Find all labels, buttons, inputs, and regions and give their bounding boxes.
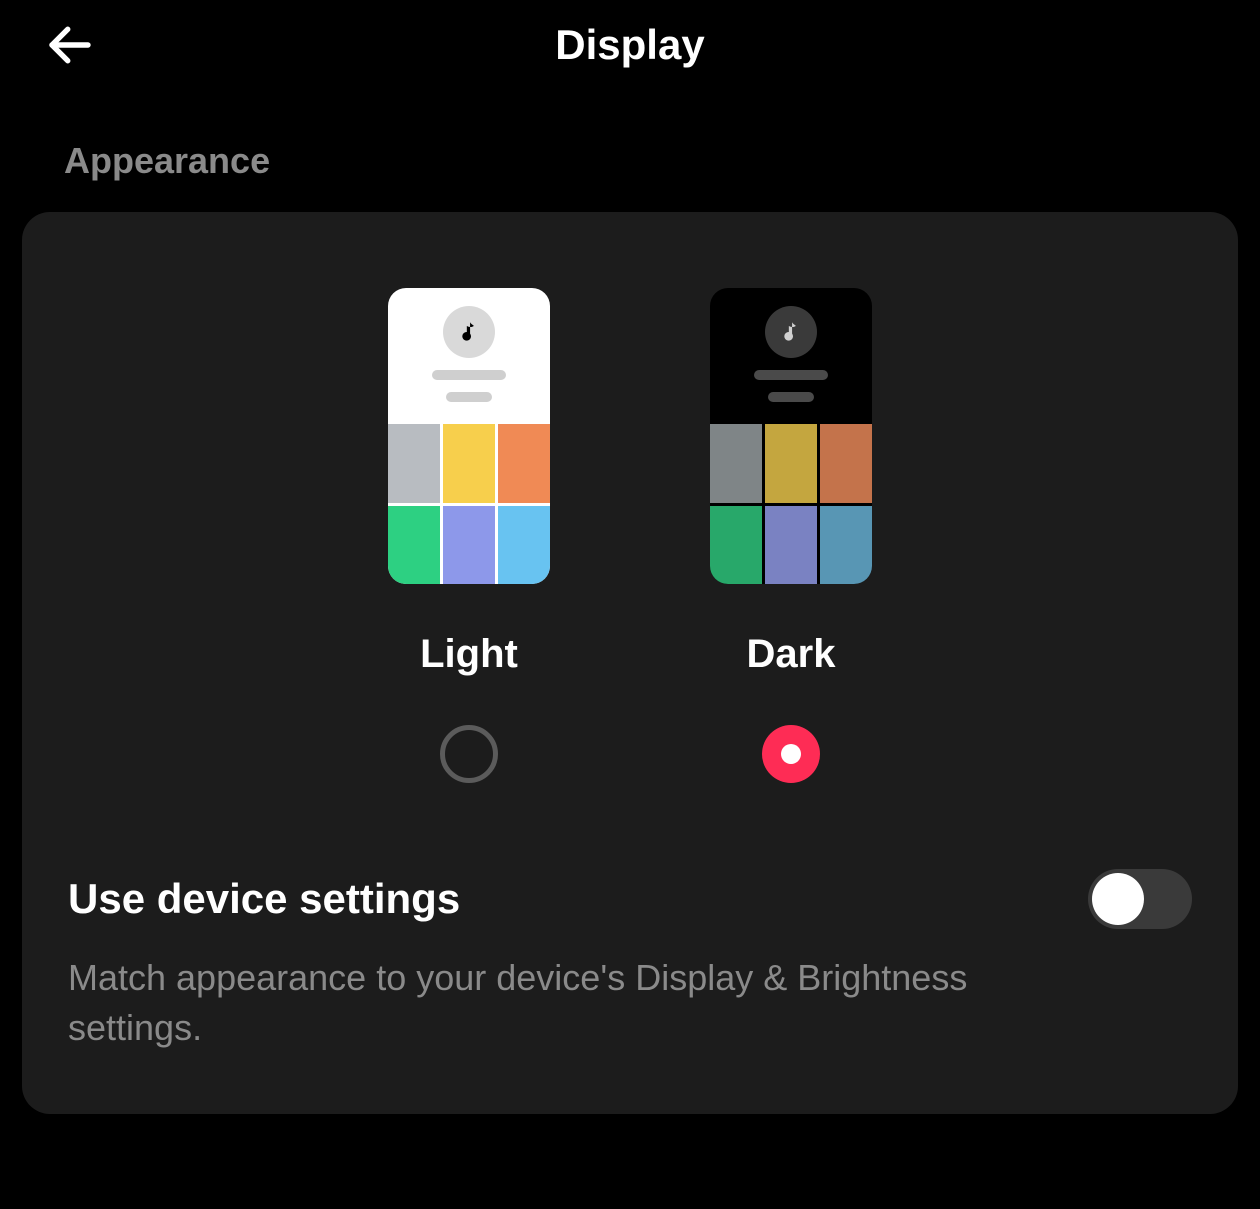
placeholder-bar: [446, 392, 492, 402]
device-settings-row: Use device settings: [68, 869, 1192, 929]
grid-cell: [710, 424, 762, 502]
header: Display: [0, 0, 1260, 90]
appearance-panel: Light: [22, 212, 1238, 1114]
preview-header: [710, 288, 872, 424]
grid-cell: [820, 506, 872, 584]
theme-label-light: Light: [420, 632, 518, 677]
radio-dark[interactable]: [762, 725, 820, 783]
grid-cell: [443, 506, 495, 584]
preview-header: [388, 288, 550, 424]
preview-grid: [710, 424, 872, 584]
theme-label-dark: Dark: [747, 632, 836, 677]
grid-cell: [765, 424, 817, 502]
toggle-knob: [1092, 873, 1144, 925]
grid-cell: [388, 424, 440, 502]
grid-cell: [443, 424, 495, 502]
grid-cell: [710, 506, 762, 584]
music-note-icon: [456, 319, 482, 345]
placeholder-bar: [432, 370, 506, 380]
theme-options-row: Light: [68, 212, 1192, 783]
preview-grid: [388, 424, 550, 584]
section-label-appearance: Appearance: [64, 140, 1260, 182]
back-button[interactable]: [40, 15, 100, 75]
grid-cell: [498, 506, 550, 584]
music-note-icon: [778, 319, 804, 345]
page-title: Display: [555, 21, 704, 69]
grid-cell: [765, 506, 817, 584]
grid-cell: [820, 424, 872, 502]
theme-preview-dark: [710, 288, 872, 584]
theme-preview-light: [388, 288, 550, 584]
radio-light[interactable]: [440, 725, 498, 783]
device-settings-toggle[interactable]: [1088, 869, 1192, 929]
theme-option-dark[interactable]: Dark: [710, 288, 872, 783]
grid-cell: [388, 506, 440, 584]
device-settings-description: Match appearance to your device's Displa…: [68, 953, 1048, 1054]
grid-cell: [498, 424, 550, 502]
back-arrow-icon: [43, 18, 97, 72]
placeholder-bar: [768, 392, 814, 402]
device-settings-title: Use device settings: [68, 875, 460, 923]
avatar-placeholder: [765, 306, 817, 358]
avatar-placeholder: [443, 306, 495, 358]
placeholder-bar: [754, 370, 828, 380]
theme-option-light[interactable]: Light: [388, 288, 550, 783]
